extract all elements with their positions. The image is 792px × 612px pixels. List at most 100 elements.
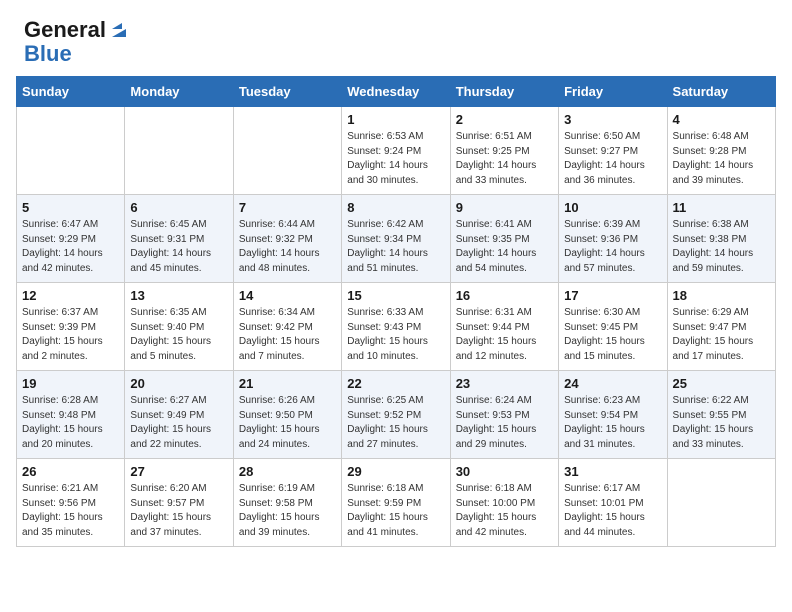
calendar-cell: 4 Sunrise: 6:48 AMSunset: 9:28 PMDaylight…	[667, 107, 775, 195]
calendar-cell: 13 Sunrise: 6:35 AMSunset: 9:40 PMDayligh…	[125, 283, 233, 371]
day-info: Sunrise: 6:17 AMSunset: 10:01 PMDaylight…	[564, 482, 661, 540]
day-header-tuesday: Tuesday	[233, 77, 341, 107]
day-number: 15	[347, 288, 444, 303]
day-number: 1	[347, 112, 444, 127]
calendar-cell: 27 Sunrise: 6:20 AMSunset: 9:57 PMDayligh…	[125, 459, 233, 547]
calendar-header-row: SundayMondayTuesdayWednesdayThursdayFrid…	[17, 77, 776, 107]
day-header-thursday: Thursday	[450, 77, 558, 107]
day-info: Sunrise: 6:23 AMSunset: 9:54 PMDaylight:…	[564, 394, 661, 452]
calendar-cell: 12 Sunrise: 6:37 AMSunset: 9:39 PMDayligh…	[17, 283, 125, 371]
calendar-cell: 26 Sunrise: 6:21 AMSunset: 9:56 PMDayligh…	[17, 459, 125, 547]
day-number: 31	[564, 464, 661, 479]
day-number: 24	[564, 376, 661, 391]
page-header: General Blue	[0, 0, 792, 76]
logo: General Blue	[24, 18, 130, 66]
calendar-cell: 20 Sunrise: 6:27 AMSunset: 9:49 PMDayligh…	[125, 371, 233, 459]
day-info: Sunrise: 6:44 AMSunset: 9:32 PMDaylight:…	[239, 218, 336, 276]
day-number: 11	[673, 200, 770, 215]
day-info: Sunrise: 6:41 AMSunset: 9:35 PMDaylight:…	[456, 218, 553, 276]
calendar-week-row: 26 Sunrise: 6:21 AMSunset: 9:56 PMDayligh…	[17, 459, 776, 547]
calendar-cell: 30 Sunrise: 6:18 AMSunset: 10:00 PMDaylig…	[450, 459, 558, 547]
day-info: Sunrise: 6:39 AMSunset: 9:36 PMDaylight:…	[564, 218, 661, 276]
day-info: Sunrise: 6:34 AMSunset: 9:42 PMDaylight:…	[239, 306, 336, 364]
calendar-wrapper: SundayMondayTuesdayWednesdayThursdayFrid…	[0, 76, 792, 563]
day-info: Sunrise: 6:45 AMSunset: 9:31 PMDaylight:…	[130, 218, 227, 276]
calendar-cell: 29 Sunrise: 6:18 AMSunset: 9:59 PMDayligh…	[342, 459, 450, 547]
day-number: 13	[130, 288, 227, 303]
day-info: Sunrise: 6:27 AMSunset: 9:49 PMDaylight:…	[130, 394, 227, 452]
calendar-cell	[125, 107, 233, 195]
day-info: Sunrise: 6:48 AMSunset: 9:28 PMDaylight:…	[673, 130, 770, 188]
day-number: 4	[673, 112, 770, 127]
day-info: Sunrise: 6:47 AMSunset: 9:29 PMDaylight:…	[22, 218, 119, 276]
calendar-cell: 17 Sunrise: 6:30 AMSunset: 9:45 PMDayligh…	[559, 283, 667, 371]
day-info: Sunrise: 6:20 AMSunset: 9:57 PMDaylight:…	[130, 482, 227, 540]
day-info: Sunrise: 6:33 AMSunset: 9:43 PMDaylight:…	[347, 306, 444, 364]
day-info: Sunrise: 6:24 AMSunset: 9:53 PMDaylight:…	[456, 394, 553, 452]
calendar-week-row: 12 Sunrise: 6:37 AMSunset: 9:39 PMDayligh…	[17, 283, 776, 371]
day-number: 25	[673, 376, 770, 391]
day-number: 17	[564, 288, 661, 303]
calendar-week-row: 1 Sunrise: 6:53 AMSunset: 9:24 PMDaylight…	[17, 107, 776, 195]
day-info: Sunrise: 6:29 AMSunset: 9:47 PMDaylight:…	[673, 306, 770, 364]
day-info: Sunrise: 6:37 AMSunset: 9:39 PMDaylight:…	[22, 306, 119, 364]
day-number: 10	[564, 200, 661, 215]
day-info: Sunrise: 6:22 AMSunset: 9:55 PMDaylight:…	[673, 394, 770, 452]
day-number: 30	[456, 464, 553, 479]
day-number: 2	[456, 112, 553, 127]
logo-text-general: General	[24, 18, 106, 42]
calendar-cell: 1 Sunrise: 6:53 AMSunset: 9:24 PMDaylight…	[342, 107, 450, 195]
day-number: 21	[239, 376, 336, 391]
calendar-cell: 8 Sunrise: 6:42 AMSunset: 9:34 PMDaylight…	[342, 195, 450, 283]
day-number: 5	[22, 200, 119, 215]
calendar-body: 1 Sunrise: 6:53 AMSunset: 9:24 PMDaylight…	[17, 107, 776, 547]
day-number: 18	[673, 288, 770, 303]
day-number: 26	[22, 464, 119, 479]
day-number: 7	[239, 200, 336, 215]
day-info: Sunrise: 6:18 AMSunset: 9:59 PMDaylight:…	[347, 482, 444, 540]
day-number: 29	[347, 464, 444, 479]
day-header-sunday: Sunday	[17, 77, 125, 107]
calendar-cell: 7 Sunrise: 6:44 AMSunset: 9:32 PMDaylight…	[233, 195, 341, 283]
day-info: Sunrise: 6:51 AMSunset: 9:25 PMDaylight:…	[456, 130, 553, 188]
calendar-cell	[233, 107, 341, 195]
calendar-cell	[17, 107, 125, 195]
day-number: 6	[130, 200, 227, 215]
day-info: Sunrise: 6:25 AMSunset: 9:52 PMDaylight:…	[347, 394, 444, 452]
calendar-table: SundayMondayTuesdayWednesdayThursdayFrid…	[16, 76, 776, 547]
calendar-cell: 31 Sunrise: 6:17 AMSunset: 10:01 PMDaylig…	[559, 459, 667, 547]
day-info: Sunrise: 6:30 AMSunset: 9:45 PMDaylight:…	[564, 306, 661, 364]
day-number: 12	[22, 288, 119, 303]
calendar-cell: 6 Sunrise: 6:45 AMSunset: 9:31 PMDaylight…	[125, 195, 233, 283]
day-info: Sunrise: 6:21 AMSunset: 9:56 PMDaylight:…	[22, 482, 119, 540]
day-number: 20	[130, 376, 227, 391]
day-number: 16	[456, 288, 553, 303]
calendar-cell: 3Sunrise: 6:50 AMSunset: 9:27 PMDaylight…	[559, 107, 667, 195]
calendar-cell: 19Sunrise: 6:28 AMSunset: 9:48 PMDayligh…	[17, 371, 125, 459]
day-number: 27	[130, 464, 227, 479]
day-number: 3	[564, 112, 661, 127]
calendar-cell	[667, 459, 775, 547]
logo-icon	[108, 19, 130, 41]
day-number: 28	[239, 464, 336, 479]
day-number: 8	[347, 200, 444, 215]
logo-text-blue: Blue	[24, 42, 130, 66]
day-info: Sunrise: 6:35 AMSunset: 9:40 PMDaylight:…	[130, 306, 227, 364]
calendar-cell: 9 Sunrise: 6:41 AMSunset: 9:35 PMDaylight…	[450, 195, 558, 283]
calendar-cell: 10 Sunrise: 6:39 AMSunset: 9:36 PMDayligh…	[559, 195, 667, 283]
day-info: Sunrise: 6:42 AMSunset: 9:34 PMDaylight:…	[347, 218, 444, 276]
calendar-cell: 22Sunrise: 6:25 AMSunset: 9:52 PMDayligh…	[342, 371, 450, 459]
calendar-cell: 25 Sunrise: 6:22 AMSunset: 9:55 PMDayligh…	[667, 371, 775, 459]
calendar-week-row: 19Sunrise: 6:28 AMSunset: 9:48 PMDayligh…	[17, 371, 776, 459]
day-info: Sunrise: 6:53 AMSunset: 9:24 PMDaylight:…	[347, 130, 444, 188]
day-number: 9	[456, 200, 553, 215]
day-number: 19	[22, 376, 119, 391]
calendar-cell: 14Sunrise: 6:34 AMSunset: 9:42 PMDayligh…	[233, 283, 341, 371]
day-number: 23	[456, 376, 553, 391]
day-info: Sunrise: 6:18 AMSunset: 10:00 PMDaylight…	[456, 482, 553, 540]
calendar-cell: 16Sunrise: 6:31 AMSunset: 9:44 PMDayligh…	[450, 283, 558, 371]
calendar-cell: 23 Sunrise: 6:24 AMSunset: 9:53 PMDayligh…	[450, 371, 558, 459]
calendar-cell: 5 Sunrise: 6:47 AMSunset: 9:29 PMDaylight…	[17, 195, 125, 283]
calendar-cell: 28Sunrise: 6:19 AMSunset: 9:58 PMDayligh…	[233, 459, 341, 547]
calendar-cell: 11Sunrise: 6:38 AMSunset: 9:38 PMDayligh…	[667, 195, 775, 283]
